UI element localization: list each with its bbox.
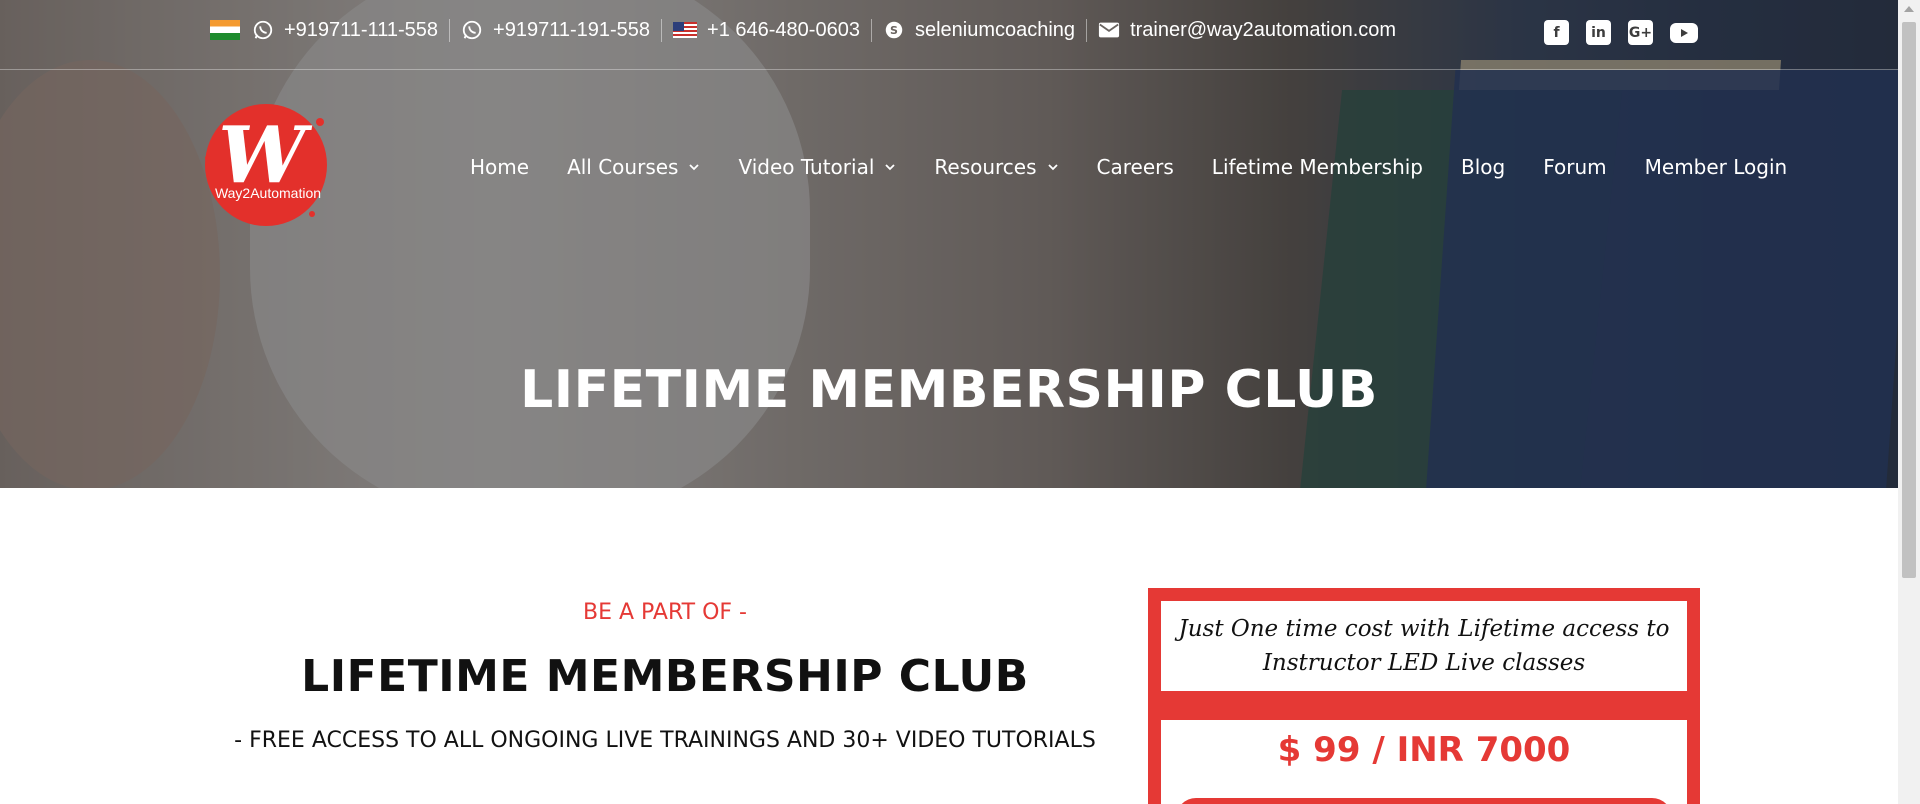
section-title: LIFETIME MEMBERSHIP CLUB — [301, 651, 1029, 702]
nav-item-blog[interactable]: Blog — [1461, 155, 1505, 179]
contact-us-phone[interactable]: +1 646-480-0603 — [661, 18, 871, 42]
linkedin-icon[interactable]: in — [1586, 20, 1611, 45]
nav-item-forum[interactable]: Forum — [1543, 155, 1606, 179]
chevron-down-icon — [1047, 164, 1058, 171]
google-plus-icon[interactable]: G+ — [1628, 20, 1653, 45]
tagline-line-1: Just One time cost with Lifetime access … — [1178, 616, 1670, 642]
contact-text: trainer@way2automation.com — [1130, 18, 1397, 41]
nav-item-label: Video Tutorial — [738, 155, 875, 179]
chevron-down-icon — [885, 164, 896, 171]
nav-item-resources[interactable]: Resources — [934, 155, 1058, 179]
contact-text: +1 646-480-0603 — [707, 18, 860, 41]
nav-item-label: Forum — [1543, 155, 1607, 179]
site-logo[interactable]: W Way2Automation — [200, 102, 330, 227]
contact-list: +919711-111-558 +919711-191-558 +1 646-4… — [210, 15, 1407, 45]
nav-item-label: Blog — [1461, 155, 1506, 179]
nav-item-home[interactable]: Home — [470, 155, 529, 179]
facebook-icon[interactable]: f — [1544, 20, 1569, 45]
envelope-icon — [1098, 19, 1120, 41]
membership-intro: BE A PART OF - LIFETIME MEMBERSHIP CLUB … — [200, 600, 1130, 753]
top-contact-bar: +919711-111-558 +919711-191-558 +1 646-4… — [0, 0, 1898, 70]
nav-item-label: All Courses — [567, 155, 679, 179]
social-links: f in G+ — [1544, 20, 1698, 45]
chevron-down-icon — [689, 164, 700, 171]
skype-icon: S — [883, 19, 905, 41]
nav-item-lifetime-membership[interactable]: Lifetime Membership — [1212, 155, 1423, 179]
main-navigation: Home All Courses Video Tutorial Resource… — [470, 155, 1787, 179]
youtube-icon[interactable] — [1670, 23, 1698, 43]
nav-item-video-tutorial[interactable]: Video Tutorial — [738, 155, 896, 179]
scrollbar-thumb[interactable] — [1902, 22, 1916, 578]
section-subtitle: - FREE ACCESS TO ALL ONGOING LIVE TRAINI… — [234, 728, 1096, 753]
nav-item-all-courses[interactable]: All Courses — [567, 155, 700, 179]
nav-item-careers[interactable]: Careers — [1097, 155, 1174, 179]
hero-title: LIFETIME MEMBERSHIP CLUB — [520, 360, 1378, 420]
logo-text: Way2Automation — [215, 185, 321, 201]
nav-item-member-login[interactable]: Member Login — [1645, 155, 1788, 179]
nav-item-label: Resources — [934, 155, 1037, 179]
nav-item-label: Lifetime Membership — [1211, 155, 1423, 179]
pricing-tagline: Just One time cost with Lifetime access … — [1161, 601, 1687, 691]
contact-whatsapp-2[interactable]: +919711-191-558 — [449, 18, 661, 42]
tagline-line-2: Instructor LED Live classes — [1262, 650, 1586, 676]
whatsapp-icon — [252, 19, 274, 41]
whatsapp-icon — [461, 19, 483, 41]
page-scrollbar[interactable] — [1898, 0, 1920, 804]
pricing-box: Just One time cost with Lifetime access … — [1148, 588, 1700, 804]
nav-item-label: Home — [470, 155, 530, 179]
price-value: $ 99 / INR 7000 — [1277, 730, 1571, 770]
buy-membership-button[interactable] — [1176, 798, 1672, 804]
contact-skype[interactable]: S seleniumcoaching — [870, 18, 1086, 42]
contact-whatsapp-1[interactable]: +919711-111-558 — [210, 19, 449, 42]
svg-text:S: S — [890, 24, 898, 37]
india-flag-icon — [210, 20, 240, 40]
nav-item-label: Member Login — [1644, 155, 1788, 179]
contact-text: seleniumcoaching — [914, 18, 1076, 41]
contact-text: +919711-191-558 — [493, 18, 651, 41]
contact-text: +919711-111-558 — [284, 18, 439, 41]
hero-banner: +919711-111-558 +919711-191-558 +1 646-4… — [0, 0, 1898, 488]
nav-item-label: Careers — [1096, 155, 1174, 179]
pre-title: BE A PART OF - — [583, 600, 747, 625]
scroll-up-arrow-icon[interactable] — [1904, 6, 1914, 12]
contact-email[interactable]: trainer@way2automation.com — [1086, 18, 1407, 42]
us-flag-icon — [673, 22, 698, 38]
